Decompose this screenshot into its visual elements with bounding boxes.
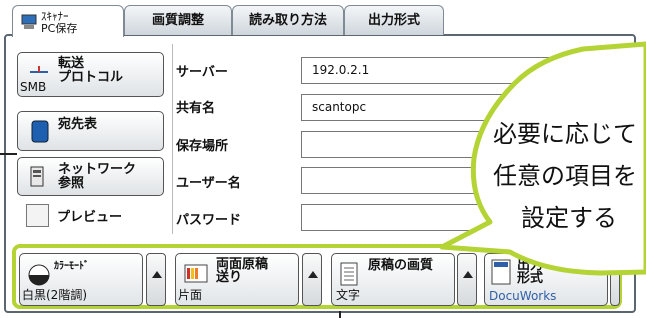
callout-line1: 必要に応じて [493, 120, 637, 148]
callout-line3: 設定する [521, 204, 617, 232]
callout-bubble [439, 41, 646, 276]
callout-line2: 任意の項目を [493, 162, 637, 190]
